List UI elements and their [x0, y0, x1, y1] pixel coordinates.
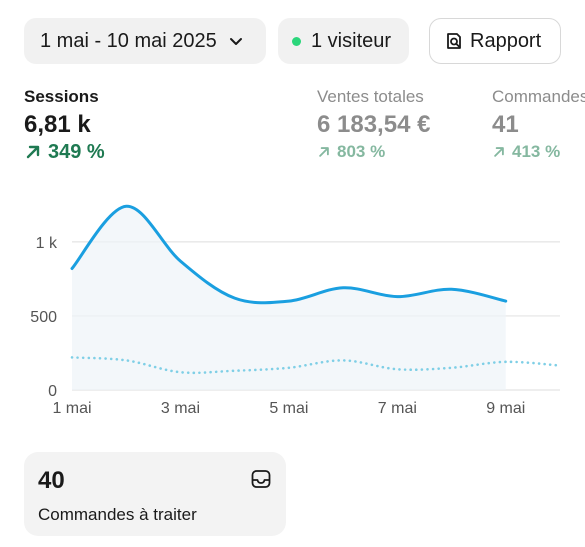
metric-value: 41 — [492, 111, 519, 138]
series-area — [72, 206, 506, 390]
orders-to-process-card[interactable]: 40 Commandes à traiter — [24, 452, 286, 536]
live-visitors-button[interactable]: 1 visiteur — [278, 18, 409, 64]
metric-delta: 349 % — [24, 140, 105, 164]
metric-value: 6 183,54 € — [317, 111, 431, 138]
metric-orders[interactable]: Commandes 41 413 % — [492, 86, 585, 164]
orders-to-process-count: 40 — [38, 467, 65, 494]
x-tick-label: 3 mai — [161, 400, 200, 417]
metric-total-sales[interactable]: Ventes totales 6 183,54 € 803 % — [317, 86, 430, 164]
arrow-up-right-icon — [494, 147, 504, 157]
metric-label: Ventes totales — [317, 87, 424, 106]
y-tick-label: 0 — [48, 383, 57, 400]
metric-value: 6,81 k — [24, 111, 91, 138]
inbox-icon — [251, 470, 271, 488]
metric-delta-value: 803 % — [337, 142, 386, 161]
x-tick-label: 5 mai — [269, 400, 308, 417]
visitor-count-label: 1 visiteur — [311, 29, 392, 52]
report-search-icon — [447, 33, 461, 49]
y-tick-label: 1 k — [36, 235, 58, 252]
x-tick-label: 9 mai — [486, 400, 525, 417]
sessions-line-chart: 0 500 1 k 1 mai 3 mai 5 mai 7 mai 9 mai — [30, 204, 562, 417]
x-tick-label: 1 mai — [52, 400, 91, 417]
chevron-down-icon — [229, 38, 242, 45]
arrow-up-right-icon — [26, 145, 40, 159]
metric-label: Sessions — [24, 87, 99, 106]
date-range-button[interactable]: 1 mai - 10 mai 2025 — [24, 18, 266, 64]
arrow-up-right-icon — [319, 147, 329, 157]
date-range-label: 1 mai - 10 mai 2025 — [40, 29, 217, 52]
metric-delta-value: 413 % — [512, 142, 561, 161]
metric-delta: 413 % — [492, 140, 585, 164]
orders-to-process-label: Commandes à traiter — [38, 505, 197, 524]
metric-sessions[interactable]: Sessions 6,81 k 349 % — [24, 86, 105, 164]
x-tick-label: 7 mai — [378, 400, 417, 417]
metric-delta-value: 349 % — [48, 141, 105, 163]
report-button[interactable]: Rapport — [429, 18, 561, 64]
y-tick-label: 500 — [30, 309, 57, 326]
metric-label: Commandes — [492, 87, 585, 106]
metric-delta: 803 % — [317, 140, 430, 164]
live-status-dot — [292, 36, 301, 46]
report-label: Rapport — [470, 29, 542, 52]
